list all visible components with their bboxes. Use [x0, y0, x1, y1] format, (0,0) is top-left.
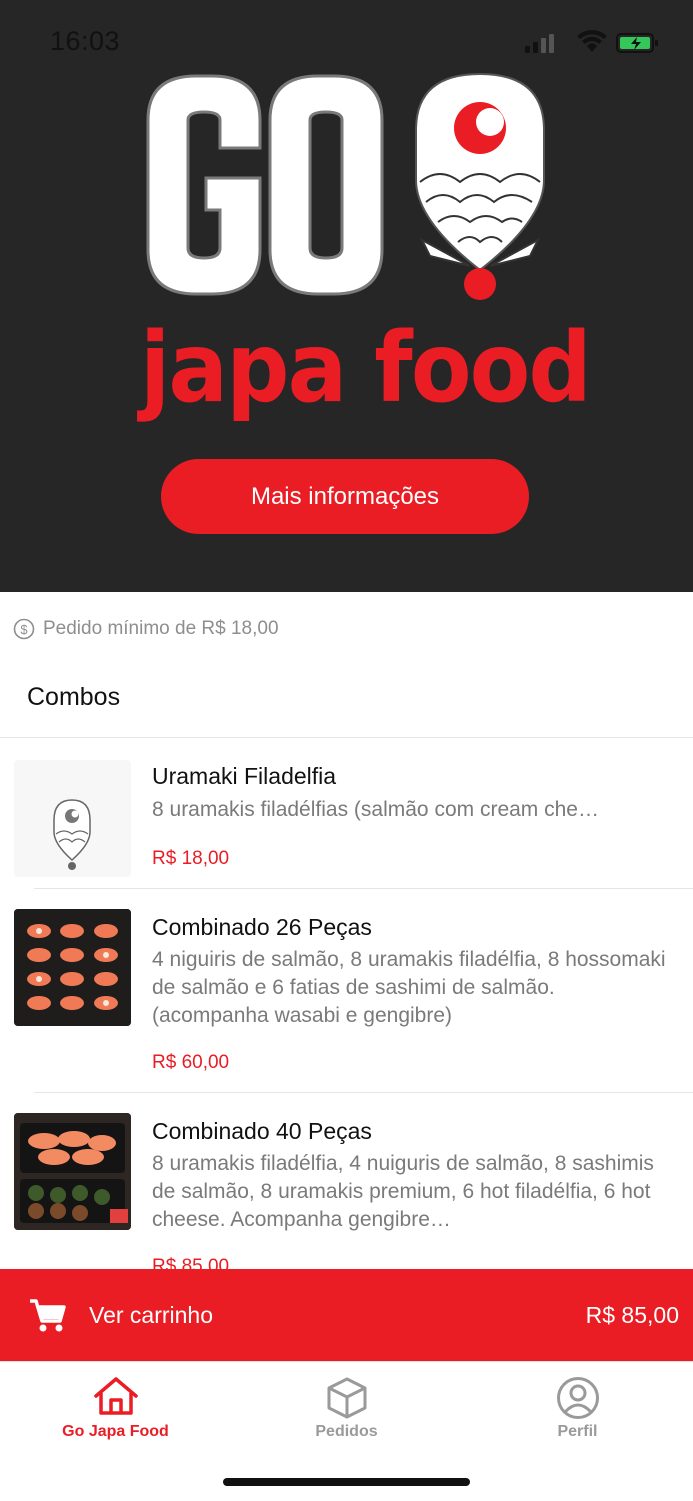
product-description: 4 niguiris de salmão, 8 uramakis filadél… — [152, 948, 666, 1027]
product-item[interactable]: Combinado 40 Peças 8 uramakis filadélfia… — [0, 1093, 693, 1269]
product-name: Uramaki Filadelfia — [152, 763, 337, 789]
view-cart-button[interactable]: Ver carrinho R$ 85,00 — [0, 1269, 693, 1361]
product-placeholder-image — [14, 760, 131, 877]
product-image — [14, 909, 131, 1026]
tab-label: Perfil — [557, 1423, 598, 1440]
status-time: 16:03 — [50, 26, 121, 56]
home-icon — [93, 1377, 138, 1415]
tab-home[interactable]: Go Japa Food — [0, 1362, 231, 1452]
tab-label: Pedidos — [315, 1423, 378, 1440]
wifi-icon — [577, 30, 607, 52]
minimum-order: $ Pedido mínimo de R$ 18,00 — [13, 617, 279, 641]
product-price: R$ 60,00 — [152, 1052, 230, 1073]
home-indicator[interactable] — [223, 1478, 470, 1486]
user-icon — [556, 1377, 599, 1419]
tab-label: Go Japa Food — [62, 1423, 169, 1440]
dollar-icon: $ — [13, 618, 35, 640]
go-logo — [146, 72, 545, 300]
product-description: 8 uramakis filadélfia, 4 nuiguris de sal… — [152, 1152, 654, 1231]
fish-logo-icon — [53, 799, 91, 870]
signal-icon — [525, 34, 554, 53]
cart-total: R$ 85,00 — [585, 1302, 679, 1328]
cart-icon — [30, 1299, 66, 1332]
product-description: 8 uramakis filadélfias (salmão com cream… — [152, 798, 599, 821]
go-lettermark — [146, 74, 384, 296]
box-icon — [327, 1377, 366, 1419]
tab-profile[interactable]: Perfil — [462, 1362, 693, 1452]
logo-wordmark: japa food — [140, 312, 592, 424]
product-item[interactable]: Uramaki Filadelfia 8 uramakis filadélfia… — [0, 738, 693, 888]
product-name: Combinado 26 Peças — [152, 914, 372, 940]
product-price: R$ 85,00 — [152, 1256, 230, 1269]
category-title: Combos — [27, 683, 121, 711]
battery-icon — [616, 33, 658, 53]
view-cart-label: Ver carrinho — [89, 1302, 214, 1328]
minimum-order-text: Pedido mínimo de R$ 18,00 — [43, 618, 279, 639]
product-image — [14, 1113, 131, 1230]
more-info-button[interactable]: Mais informações — [161, 459, 529, 534]
store-header: 16:03 japa food Mais informações — [0, 0, 693, 592]
svg-text:$: $ — [20, 622, 28, 637]
status-icons — [525, 30, 658, 53]
product-name: Combinado 40 Peças — [152, 1118, 372, 1144]
product-price: R$ 18,00 — [152, 848, 230, 869]
tab-orders[interactable]: Pedidos — [231, 1362, 462, 1452]
product-item[interactable]: Combinado 26 Peças 4 niguiris de salmão,… — [0, 889, 693, 1092]
fish-mascot-icon — [415, 72, 545, 300]
